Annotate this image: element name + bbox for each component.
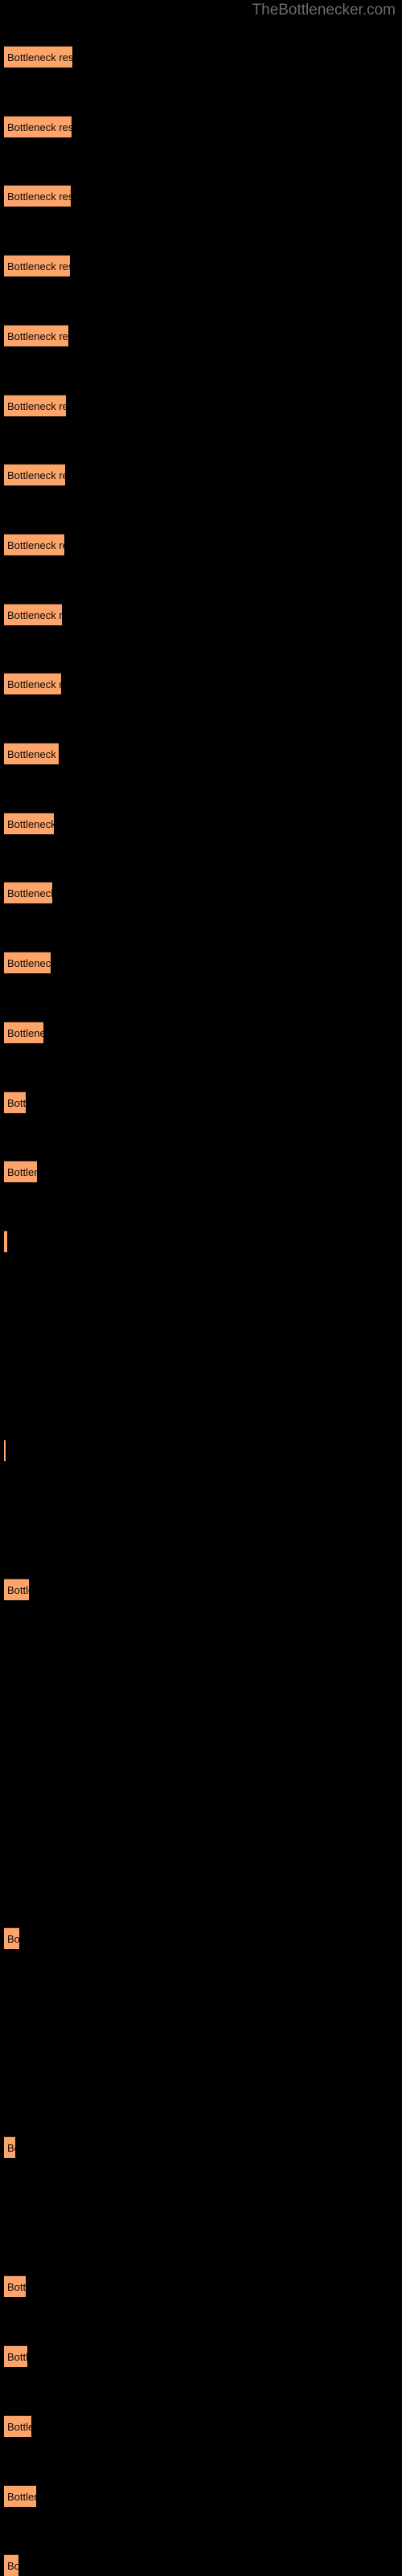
chart-bar[interactable]: Bottleneck result [4, 1230, 7, 1252]
chart-bar-label: Bottleneck result [7, 608, 62, 621]
chart-bar-label: Bottleneck result [7, 2281, 26, 2294]
chart-bar[interactable]: Bottleneck result [4, 46, 72, 68]
chart-bar[interactable]: Bottleneck result [4, 2136, 15, 2158]
chart-bar[interactable]: Bottleneck result [4, 1161, 37, 1183]
chart-bar[interactable]: Bottleneck result [4, 1021, 43, 1043]
chart-bar-label: Bottleneck result [7, 1026, 43, 1039]
chart-bar[interactable]: Bottleneck result [4, 394, 66, 416]
chart-bar-label: Bottleneck result [7, 51, 72, 63]
bar-row: Bottleneck result [0, 603, 402, 625]
bar-row: Bottleneck result [0, 255, 402, 277]
chart-bar-label: Bottleneck result [7, 1096, 26, 1109]
bar-row: Bottleneck result [0, 394, 402, 416]
bar-row [0, 1718, 402, 1740]
chart-bar[interactable]: Bottleneck result [4, 1927, 19, 1949]
bar-row: Bottleneck result [0, 1021, 402, 1043]
bar-row: Bottleneck result [0, 952, 402, 974]
chart-bar[interactable]: Bottleneck result [4, 2554, 18, 2576]
bar-row: Bottleneck result [0, 2414, 402, 2437]
chart-bar-label: Bottleneck result [7, 539, 64, 551]
chart-bar[interactable]: Bottleneck result [4, 952, 51, 974]
bar-row [0, 1857, 402, 1879]
bottleneck-bar-chart: Bottleneck result Bottleneck result Bottle… [0, 0, 402, 2576]
bar-row [0, 1997, 402, 2019]
bar-row: Bottleneck result [0, 185, 402, 207]
chart-bar[interactable]: Bottleneck result [4, 324, 68, 346]
bar-row: Bottleneck result [0, 324, 402, 346]
bar-row: Bottleneck result [0, 673, 402, 695]
chart-bar[interactable]: Bottleneck result [4, 255, 70, 277]
bar-row [0, 1370, 402, 1391]
chart-bar[interactable]: Bottleneck result [4, 464, 65, 486]
bar-row: Bottleneck result [0, 115, 402, 137]
chart-bar-label: Bottleneck result [7, 887, 52, 900]
bar-row: Bottleneck result [0, 1440, 402, 1461]
chart-bar[interactable]: Bottleneck result [4, 1440, 6, 1461]
chart-bar-label: Bottleneck result [7, 1932, 19, 1945]
bar-row: Bottleneck result [0, 2136, 402, 2158]
bar-row: Bottleneck result [0, 2554, 402, 2576]
bar-row: Bottleneck result [0, 2275, 402, 2298]
bar-row: Bottleneck result [0, 464, 402, 486]
chart-bar[interactable]: Bottleneck result [4, 115, 72, 137]
chart-bar-label: Bottleneck result [7, 2351, 27, 2364]
chart-bar-label: Bottleneck result [7, 678, 61, 691]
bar-row: Bottleneck result [0, 1927, 402, 1949]
chart-bar[interactable]: Bottleneck result [4, 2275, 26, 2298]
bar-row: Bottleneck result [0, 1161, 402, 1183]
chart-bar[interactable]: Bottleneck result [4, 603, 62, 625]
bar-row [0, 2066, 402, 2088]
bar-row [0, 2206, 402, 2228]
chart-bar[interactable]: Bottleneck result [4, 743, 59, 764]
bar-row [0, 1788, 402, 1810]
bar-row: Bottleneck result [0, 882, 402, 904]
chart-bar[interactable]: Bottleneck result [4, 882, 52, 904]
chart-bar-label: Bottleneck result [7, 1584, 29, 1597]
bar-row: Bottleneck result [0, 1579, 402, 1601]
chart-bar[interactable]: Bottleneck result [4, 2345, 27, 2368]
chart-bar-label: Bottleneck result [7, 2490, 36, 2503]
chart-bar-label: Bottleneck result [7, 1166, 37, 1179]
bar-row: Bottleneck result [0, 743, 402, 764]
chart-bar-label: Bottleneck result [7, 957, 51, 970]
bar-row: Bottleneck result [0, 2345, 402, 2368]
bar-row [0, 1300, 402, 1322]
bar-row: Bottleneck result [0, 2484, 402, 2507]
chart-bar-label: Bottleneck result [7, 121, 72, 133]
bar-row: Bottleneck result [0, 46, 402, 68]
bar-row: Bottleneck result [0, 1230, 402, 1252]
bar-row: Bottleneck result [0, 533, 402, 555]
chart-bar[interactable]: Bottleneck result [4, 1091, 26, 1113]
chart-bar-label: Bottleneck result [7, 817, 54, 830]
chart-bar-label: Bottleneck result [7, 399, 66, 412]
chart-bar-label: Bottleneck result [7, 190, 71, 203]
chart-bar-label: Bottleneck result [7, 2142, 15, 2154]
chart-bar-label: Bottleneck result [7, 260, 70, 273]
chart-bar[interactable]: Bottleneck result [4, 2484, 36, 2507]
bar-row: Bottleneck result [0, 812, 402, 834]
bar-row [0, 1509, 402, 1531]
chart-bar[interactable]: Bottleneck result [4, 533, 64, 555]
chart-bar[interactable]: Bottleneck result [4, 185, 71, 207]
chart-bar-label: Bottleneck result [7, 2560, 18, 2573]
chart-bar[interactable]: Bottleneck result [4, 673, 61, 695]
bar-row: Bottleneck result [0, 1091, 402, 1113]
chart-bar-label: Bottleneck result [7, 748, 59, 760]
chart-bar[interactable]: Bottleneck result [4, 2414, 31, 2437]
chart-bar[interactable]: Bottleneck result [4, 812, 54, 834]
chart-bar-label: Bottleneck result [7, 2420, 31, 2433]
chart-bar-label: Bottleneck result [7, 469, 65, 482]
chart-bar-label: Bottleneck result [7, 330, 68, 342]
chart-bar[interactable]: Bottleneck result [4, 1579, 29, 1601]
bar-row [0, 1648, 402, 1670]
